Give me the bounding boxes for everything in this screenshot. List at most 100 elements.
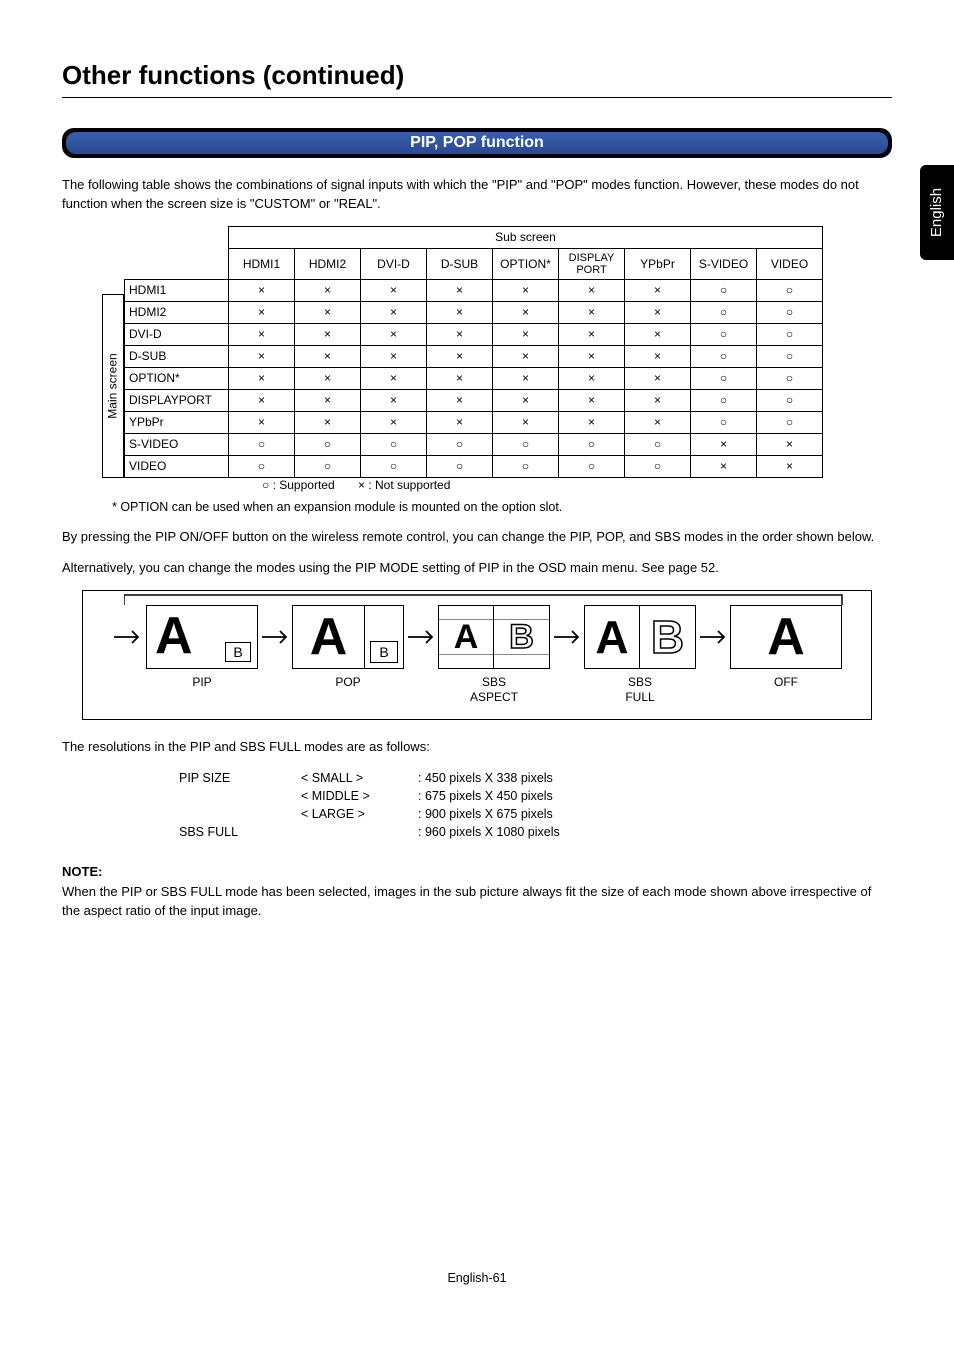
compat-cell: × [559,411,625,433]
compat-cell: × [493,345,559,367]
res-cell: < LARGE > [301,806,416,822]
compat-cell: × [559,323,625,345]
compat-cell: × [295,301,361,323]
paragraph-modes-b: Alternatively, you can change the modes … [62,559,892,578]
table-row: < MIDDLE >: 675 pixels X 450 pixels [179,788,570,804]
main-screen-axis: Main screen [102,294,124,478]
table-row: PIP SIZE< SMALL >: 450 pixels X 338 pixe… [179,770,570,786]
compat-cell: × [625,345,691,367]
compat-cell: × [361,367,427,389]
row-label: DVI-D [125,323,229,345]
compat-cell: × [559,345,625,367]
compat-cell: ○ [295,433,361,455]
compat-cell: × [361,389,427,411]
page-title: Other functions (continued) [62,60,892,91]
compat-cell: × [295,389,361,411]
option-footnote: * OPTION can be used when an expansion m… [112,500,892,514]
compat-cell: × [361,411,427,433]
row-label: OPTION* [125,367,229,389]
sub-screen-axis: Sub screen [229,226,823,248]
compat-cell: × [757,433,823,455]
intro-text: The following table shows the combinatio… [62,176,892,214]
compat-cell: ○ [625,455,691,477]
compat-cell: ○ [559,433,625,455]
res-cell: : 960 pixels X 1080 pixels [418,824,570,840]
row-label: HDMI2 [125,301,229,323]
res-cell: PIP SIZE [179,770,299,786]
compat-cell: × [559,389,625,411]
compat-cell: × [559,367,625,389]
compat-cell: × [295,367,361,389]
res-cell: < MIDDLE > [301,788,416,804]
row-label: HDMI1 [125,279,229,301]
compat-cell: ○ [625,433,691,455]
compat-cell: ○ [559,455,625,477]
compat-cell: × [427,389,493,411]
compat-cell: × [295,411,361,433]
loopback-line [124,593,844,605]
compat-cell: × [229,279,295,301]
compat-cell: ○ [757,367,823,389]
table-row: OPTION*×××××××○○ [125,367,823,389]
compat-cell: × [229,301,295,323]
table-header-row: HDMI1 HDMI2 DVI-D D-SUB OPTION* DISPLAY … [125,248,823,279]
res-cell: : 675 pixels X 450 pixels [418,788,570,804]
mode-off: A OFF [730,605,842,703]
table-row: HDMI2×××××××○○ [125,301,823,323]
compat-cell: ○ [757,345,823,367]
compat-cell: ○ [691,411,757,433]
arrow-icon [550,627,584,647]
compat-cell: ○ [427,455,493,477]
res-cell [179,788,299,804]
page-footer: English-61 [62,1271,892,1285]
table-row: YPbPr×××××××○○ [125,411,823,433]
compat-cell: × [625,279,691,301]
compat-cell: × [229,367,295,389]
compat-cell: ○ [361,433,427,455]
table-row: D-SUB×××××××○○ [125,345,823,367]
compat-cell: × [493,389,559,411]
row-label: D-SUB [125,345,229,367]
table-row: SBS FULL: 960 pixels X 1080 pixels [179,824,570,840]
res-cell [179,806,299,822]
compat-cell: × [229,411,295,433]
divider [62,97,892,98]
compat-cell: × [559,279,625,301]
compat-cell: × [625,389,691,411]
compat-cell: × [295,323,361,345]
compat-cell: ○ [757,323,823,345]
compat-cell: × [757,455,823,477]
compat-cell: ○ [691,323,757,345]
res-cell [301,824,416,840]
compat-cell: × [427,301,493,323]
compat-cell: × [295,345,361,367]
arrow-icon [112,627,146,647]
row-label: VIDEO [125,455,229,477]
table-row: DVI-D×××××××○○ [125,323,823,345]
compat-cell: × [427,323,493,345]
compat-cell: ○ [493,433,559,455]
section-title: PIP, POP function [66,132,888,154]
compat-cell: × [229,345,295,367]
compat-cell: × [625,367,691,389]
res-cell: < SMALL > [301,770,416,786]
compat-cell: × [493,301,559,323]
resolution-intro: The resolutions in the PIP and SBS FULL … [62,738,892,757]
compat-cell: ○ [691,279,757,301]
mode-sbs-full: A B SBS FULL [584,605,696,703]
compat-cell: × [625,323,691,345]
table-row: DISPLAYPORT×××××××○○ [125,389,823,411]
compat-cell: ○ [493,455,559,477]
table-row: VIDEO○○○○○○○×× [125,455,823,477]
arrow-icon [696,627,730,647]
row-label: DISPLAYPORT [125,389,229,411]
compat-cell: × [361,323,427,345]
compat-cell: ○ [295,455,361,477]
compat-cell: × [625,301,691,323]
res-cell: : 900 pixels X 675 pixels [418,806,570,822]
compat-cell: × [427,367,493,389]
compat-cell: ○ [229,433,295,455]
paragraph-modes-a: By pressing the PIP ON/OFF button on the… [62,528,892,547]
table-row: < LARGE >: 900 pixels X 675 pixels [179,806,570,822]
compat-cell: × [559,301,625,323]
